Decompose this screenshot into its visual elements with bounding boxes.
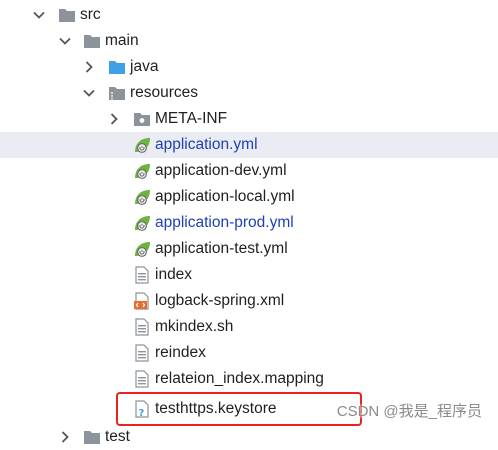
tree-node-label: reindex <box>155 344 206 361</box>
csdn-watermark: CSDN @我是_程序员 <box>336 403 482 420</box>
xml-file-icon <box>134 292 149 310</box>
tree-node-label: application-test.yml <box>155 240 288 257</box>
tree-node-application-local-yml[interactable]: application-local.yml <box>0 184 498 210</box>
spring-config-icon <box>135 164 150 179</box>
spring-config-icon <box>135 190 150 205</box>
chevron-down-icon[interactable] <box>56 32 74 50</box>
tree-node-label: logback-spring.xml <box>155 292 285 309</box>
spring-config-icon <box>135 138 150 153</box>
tree-node-label: relateion_index.mapping <box>155 370 324 387</box>
spring-config-icon <box>135 242 150 257</box>
tree-node-mkindex-sh[interactable]: mkindex.sh <box>0 314 498 340</box>
tree-node-label: application-local.yml <box>155 188 295 205</box>
text-file-icon <box>135 266 149 284</box>
source-folder-icon <box>109 61 125 74</box>
tree-node-reindex[interactable]: reindex <box>0 340 498 366</box>
folder-icon <box>59 9 75 22</box>
text-file-icon <box>135 318 149 336</box>
project-tree: src main java resources META-INF applica <box>0 0 498 445</box>
resources-folder-icon <box>109 87 125 100</box>
tree-node-label: application-prod.yml <box>155 214 294 231</box>
tree-node-label: resources <box>130 84 199 101</box>
tree-node-src[interactable]: src <box>0 2 498 28</box>
folder-icon <box>84 431 100 444</box>
tree-node-application-yml[interactable]: application.yml <box>0 132 498 158</box>
tree-node-application-prod-yml[interactable]: application-prod.yml <box>0 210 498 236</box>
tree-node-index[interactable]: index <box>0 262 498 288</box>
tree-node-label: src <box>80 6 101 23</box>
tree-node-label: main <box>105 32 139 49</box>
spring-config-icon <box>135 216 150 231</box>
tree-node-logback-spring-xml[interactable]: logback-spring.xml <box>0 288 498 314</box>
tree-node-label: mkindex.sh <box>155 318 234 335</box>
tree-node-label: test <box>105 428 130 445</box>
folder-icon <box>134 113 150 126</box>
tree-node-resources[interactable]: resources <box>0 80 498 106</box>
tree-node-label: META-INF <box>155 110 228 127</box>
tree-node-label: index <box>155 266 193 283</box>
tree-node-application-test-yml[interactable]: application-test.yml <box>0 236 498 262</box>
tree-node-label: application.yml <box>155 136 258 153</box>
chevron-right-icon[interactable] <box>56 428 74 446</box>
tree-node-main[interactable]: main <box>0 28 498 54</box>
tree-node-test[interactable]: test <box>0 424 498 450</box>
chevron-right-icon[interactable] <box>105 110 123 128</box>
tree-node-label: java <box>130 58 159 75</box>
chevron-right-icon[interactable] <box>80 58 98 76</box>
tree-node-meta-inf[interactable]: META-INF <box>0 106 498 132</box>
tree-node-java[interactable]: java <box>0 54 498 80</box>
highlight-annotation-box <box>116 392 362 426</box>
tree-node-label: application-dev.yml <box>155 162 287 179</box>
text-file-icon <box>135 370 149 388</box>
tree-node-application-dev-yml[interactable]: application-dev.yml <box>0 158 498 184</box>
text-file-icon <box>135 344 149 362</box>
chevron-down-icon[interactable] <box>80 84 98 102</box>
chevron-down-icon[interactable] <box>30 6 48 24</box>
tree-node-relateion-index-mapping[interactable]: relateion_index.mapping <box>0 366 498 392</box>
folder-icon <box>84 35 100 48</box>
